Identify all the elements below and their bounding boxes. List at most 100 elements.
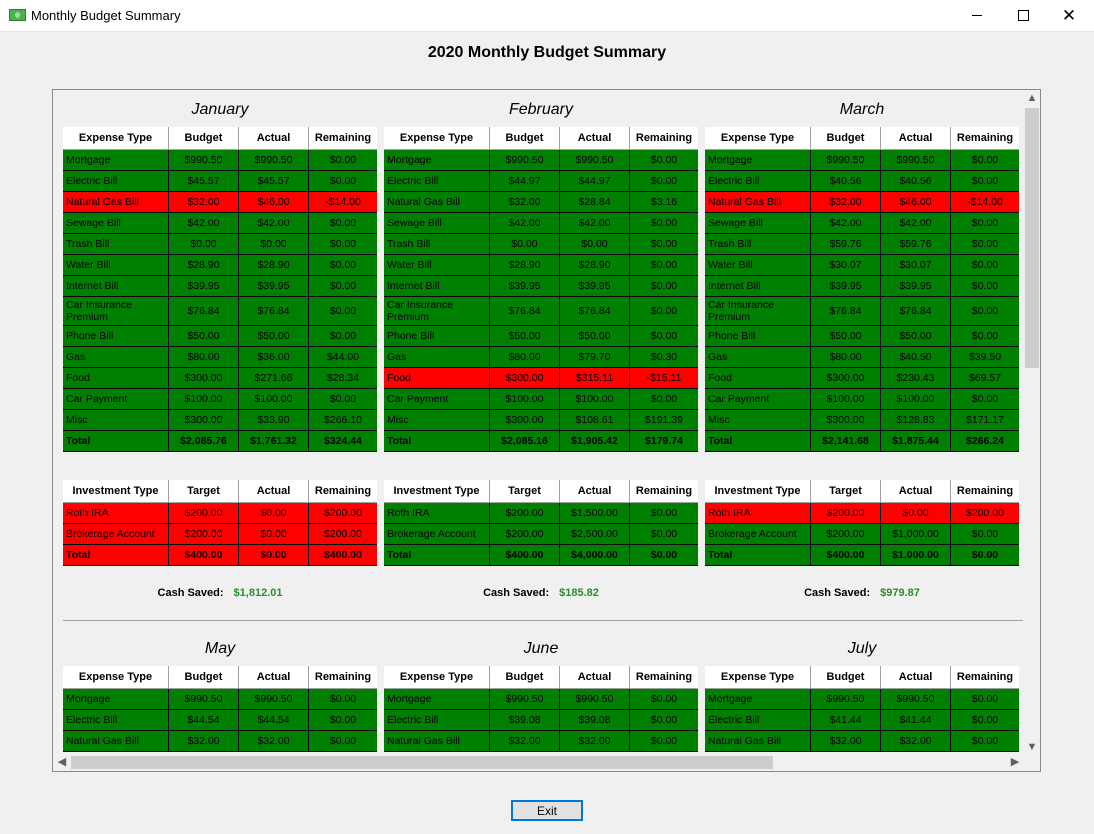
- table-row[interactable]: Internet Bill $39.95 $39.95 $0.00: [384, 276, 698, 297]
- table-row[interactable]: Water Bill $28.90 $28.90 $0.00: [384, 255, 698, 276]
- table-row[interactable]: Phone Bill $50.00 $50.00 $0.00: [63, 326, 377, 347]
- table-row[interactable]: Food $300.00 $271.66 $28.34: [63, 368, 377, 389]
- table-row[interactable]: Phone Bill $50.00 $50.00 $0.00: [705, 326, 1019, 347]
- investment-total-row[interactable]: Total $400.00 $4,000.00 $0.00: [384, 545, 698, 566]
- table-row[interactable]: Brokerage Account $200.00 $1,000.00 $0.00: [705, 524, 1019, 545]
- column-header[interactable]: Remaining: [950, 480, 1019, 503]
- table-row[interactable]: Car Payment $100.00 $100.00 $0.00: [63, 389, 377, 410]
- table-row[interactable]: Electric Bill $45.57 $45.57 $0.00: [63, 171, 377, 192]
- horizontal-scroll-thumb[interactable]: [71, 756, 773, 769]
- table-row[interactable]: Natural Gas Bill $32.00 $28.84 $3.16: [384, 192, 698, 213]
- table-row[interactable]: Mortgage $990.50 $990.50 $0.00: [384, 150, 698, 171]
- column-header[interactable]: Actual: [238, 127, 308, 150]
- column-header[interactable]: Remaining: [629, 666, 698, 689]
- column-header[interactable]: Actual: [238, 480, 308, 503]
- table-row[interactable]: Natural Gas Bill $32.00 $32.00 $0.00: [384, 731, 698, 752]
- column-header[interactable]: Actual: [559, 127, 629, 150]
- table-row[interactable]: Mortgage $990.50 $990.50 $0.00: [705, 150, 1019, 171]
- table-row[interactable]: Mortgage $990.50 $990.50 $0.00: [705, 689, 1019, 710]
- table-row[interactable]: Car Payment $100.00 $100.00 $0.00: [384, 389, 698, 410]
- column-header[interactable]: Remaining: [308, 127, 377, 150]
- table-row[interactable]: Car Insurance Premium $76.84 $76.84 $0.00: [705, 297, 1019, 326]
- column-header[interactable]: Expense Type: [705, 666, 810, 689]
- table-row[interactable]: Water Bill $28.90 $28.90 $0.00: [63, 255, 377, 276]
- investment-total-row[interactable]: Total $400.00 $1,000.00 $0.00: [705, 545, 1019, 566]
- column-header[interactable]: Remaining: [950, 666, 1019, 689]
- vertical-scrollbar[interactable]: ▲ ▼: [1024, 90, 1040, 756]
- table-row[interactable]: Roth IRA $200.00 $0.00 $200.00: [705, 503, 1019, 524]
- column-header[interactable]: Actual: [559, 480, 629, 503]
- column-header[interactable]: Remaining: [629, 127, 698, 150]
- table-row[interactable]: Sewage Bill $42.00 $42.00 $0.00: [384, 213, 698, 234]
- table-row[interactable]: Sewage Bill $42.00 $42.00 $0.00: [63, 213, 377, 234]
- expense-total-row[interactable]: Total $2,085.16 $1,905.42 $179.74: [384, 431, 698, 452]
- column-header[interactable]: Expense Type: [384, 666, 489, 689]
- table-row[interactable]: Food $300.00 $315.11 -$15.11: [384, 368, 698, 389]
- table-row[interactable]: Food $300.00 $230.43 $69.57: [705, 368, 1019, 389]
- table-row[interactable]: Car Payment $100.00 $100.00 $0.00: [705, 389, 1019, 410]
- table-row[interactable]: Internet Bill $39.95 $39.95 $0.00: [63, 276, 377, 297]
- column-header[interactable]: Target: [489, 480, 559, 503]
- scroll-right-icon[interactable]: ▶: [1008, 755, 1022, 769]
- column-header[interactable]: Budget: [168, 127, 238, 150]
- column-header[interactable]: Actual: [238, 666, 308, 689]
- table-row[interactable]: Misc $300.00 $108.61 $191.39: [384, 410, 698, 431]
- table-row[interactable]: Natural Gas Bill $32.00 $32.00 $0.00: [705, 731, 1019, 752]
- exit-button[interactable]: Exit: [511, 800, 583, 821]
- column-header[interactable]: Expense Type: [63, 127, 168, 150]
- table-row[interactable]: Electric Bill $44.54 $44.54 $0.00: [63, 710, 377, 731]
- minimize-button[interactable]: [954, 0, 1000, 31]
- maximize-button[interactable]: [1000, 0, 1046, 31]
- horizontal-scrollbar[interactable]: ◀ ▶: [53, 754, 1024, 771]
- column-header[interactable]: Expense Type: [705, 127, 810, 150]
- table-row[interactable]: Natural Gas Bill $32.00 $46.00 -$14.00: [705, 192, 1019, 213]
- column-header[interactable]: Actual: [559, 666, 629, 689]
- table-row[interactable]: Mortgage $990.50 $990.50 $0.00: [63, 689, 377, 710]
- scroll-down-icon[interactable]: ▼: [1025, 740, 1039, 754]
- column-header[interactable]: Target: [810, 480, 880, 503]
- column-header[interactable]: Budget: [810, 127, 880, 150]
- column-header[interactable]: Expense Type: [384, 127, 489, 150]
- column-header[interactable]: Actual: [880, 480, 950, 503]
- expense-total-row[interactable]: Total $2,141.68 $1,875.44 $266.24: [705, 431, 1019, 452]
- column-header[interactable]: Remaining: [950, 127, 1019, 150]
- table-row[interactable]: Trash Bill $59.76 $59.76 $0.00: [705, 234, 1019, 255]
- scroll-left-icon[interactable]: ◀: [55, 755, 69, 769]
- column-header[interactable]: Target: [168, 480, 238, 503]
- column-header[interactable]: Investment Type: [63, 480, 168, 503]
- column-header[interactable]: Budget: [489, 127, 559, 150]
- column-header[interactable]: Remaining: [308, 480, 377, 503]
- table-row[interactable]: Internet Bill $39.95 $39.95 $0.00: [705, 276, 1019, 297]
- table-row[interactable]: Natural Gas Bill $32.00 $46.00 -$14.00: [63, 192, 377, 213]
- table-row[interactable]: Roth IRA $200.00 $0.00 $200.00: [63, 503, 377, 524]
- table-row[interactable]: Mortgage $990.50 $990.50 $0.00: [384, 689, 698, 710]
- column-header[interactable]: Budget: [168, 666, 238, 689]
- table-row[interactable]: Phone Bill $50.00 $50.00 $0.00: [384, 326, 698, 347]
- column-header[interactable]: Investment Type: [384, 480, 489, 503]
- table-row[interactable]: Mortgage $990.50 $990.50 $0.00: [63, 150, 377, 171]
- vertical-scroll-thumb[interactable]: [1025, 108, 1039, 368]
- column-header[interactable]: Expense Type: [63, 666, 168, 689]
- table-row[interactable]: Trash Bill $0.00 $0.00 $0.00: [384, 234, 698, 255]
- table-row[interactable]: Electric Bill $41.44 $41.44 $0.00: [705, 710, 1019, 731]
- column-header[interactable]: Investment Type: [705, 480, 810, 503]
- table-row[interactable]: Car Insurance Premium $76.84 $76.84 $0.00: [384, 297, 698, 326]
- column-header[interactable]: Budget: [810, 666, 880, 689]
- table-row[interactable]: Sewage Bill $42.00 $42.00 $0.00: [705, 213, 1019, 234]
- table-row[interactable]: Gas $80.00 $79.70 $0.30: [384, 347, 698, 368]
- close-button[interactable]: ✕: [1046, 0, 1092, 31]
- table-row[interactable]: Electric Bill $40.56 $40.56 $0.00: [705, 171, 1019, 192]
- table-row[interactable]: Roth IRA $200.00 $1,500.00 $0.00: [384, 503, 698, 524]
- column-header[interactable]: Remaining: [308, 666, 377, 689]
- expense-total-row[interactable]: Total $2,085.76 $1,761.32 $324.44: [63, 431, 377, 452]
- table-row[interactable]: Trash Bill $0.00 $0.00 $0.00: [63, 234, 377, 255]
- table-row[interactable]: Misc $300.00 $128.83 $171.17: [705, 410, 1019, 431]
- scroll-viewport[interactable]: January Expense Type Budget Actual Remaining…: [52, 89, 1041, 772]
- investment-total-row[interactable]: Total $400.00 $0.00 $400.00: [63, 545, 377, 566]
- column-header[interactable]: Remaining: [629, 480, 698, 503]
- table-row[interactable]: Gas $80.00 $40.50 $39.50: [705, 347, 1019, 368]
- scroll-up-icon[interactable]: ▲: [1025, 91, 1039, 105]
- table-row[interactable]: Natural Gas Bill $32.00 $32.00 $0.00: [63, 731, 377, 752]
- column-header[interactable]: Budget: [489, 666, 559, 689]
- table-row[interactable]: Misc $300.00 $33.90 $266.10: [63, 410, 377, 431]
